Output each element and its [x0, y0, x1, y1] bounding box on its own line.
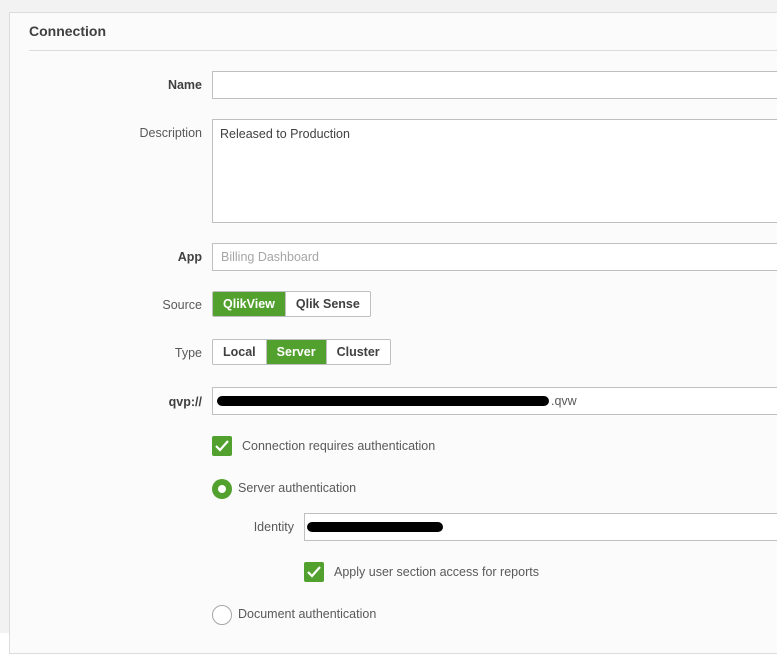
redacted-path — [217, 396, 549, 406]
source-qlikview-button[interactable]: QlikView — [213, 292, 286, 316]
type-cluster-button[interactable]: Cluster — [327, 340, 390, 364]
section-access-label: Apply user section access for reports — [334, 565, 539, 579]
panel-divider — [29, 50, 777, 51]
section-access-checkbox[interactable] — [304, 562, 324, 582]
server-auth-label: Server authentication — [238, 481, 357, 495]
description-label: Description — [139, 126, 202, 140]
type-local-button[interactable]: Local — [213, 340, 267, 364]
source-qliksense-button[interactable]: Qlik Sense — [286, 292, 370, 316]
identity-input[interactable] — [304, 513, 777, 541]
connection-panel: Connection — [9, 12, 777, 654]
source-label: Source — [162, 298, 202, 312]
requires-auth-label: Connection requires authentication — [242, 439, 436, 453]
type-segmented-control: Local Server Cluster — [212, 339, 391, 365]
page-background: Connection Name Description Released to … — [0, 0, 777, 654]
identity-label: Identity — [253, 520, 294, 534]
qvp-label: qvp:// — [168, 395, 202, 409]
document-auth-label: Document authentication — [238, 607, 377, 621]
redacted-identity — [307, 522, 443, 532]
name-label: Name — [167, 78, 202, 92]
panel-title: Connection — [29, 23, 106, 39]
requires-auth-checkbox[interactable] — [212, 436, 232, 456]
name-input[interactable] — [212, 71, 777, 99]
app-label: App — [177, 250, 202, 264]
source-segmented-control: QlikView Qlik Sense — [212, 291, 371, 317]
document-auth-radio[interactable] — [212, 605, 232, 625]
app-input[interactable] — [212, 243, 777, 271]
type-server-button[interactable]: Server — [266, 340, 327, 364]
qvp-input[interactable]: .qvw — [212, 387, 777, 415]
checkmark-icon — [307, 566, 321, 578]
qvp-file-extension: .qvw — [551, 394, 577, 408]
checkmark-icon — [215, 440, 229, 452]
server-auth-radio[interactable] — [212, 479, 232, 499]
type-label: Type — [174, 346, 202, 360]
description-textarea[interactable]: Released to Production — [212, 119, 777, 223]
